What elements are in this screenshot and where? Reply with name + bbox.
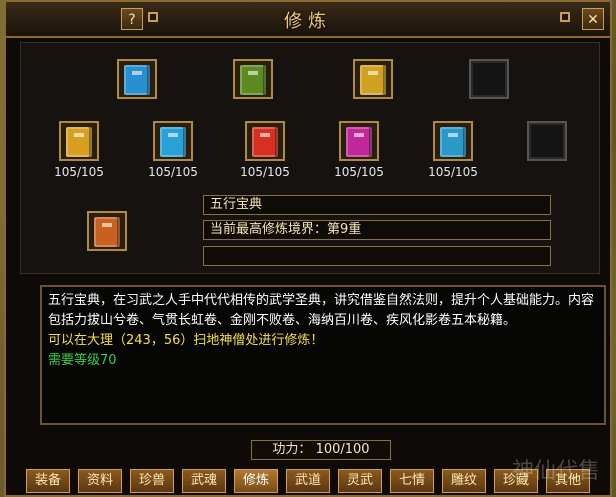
book-slot-4[interactable] xyxy=(339,121,379,161)
book-icon xyxy=(240,65,266,95)
selected-book-slot[interactable] xyxy=(87,211,127,251)
tab-profile[interactable]: 资料 xyxy=(78,469,122,493)
power-label: 功力： xyxy=(272,442,312,457)
book-icon xyxy=(124,65,150,95)
book-icon xyxy=(66,127,92,157)
tab-spirit-weapon[interactable]: 灵武 xyxy=(338,469,382,493)
book-icon xyxy=(94,217,120,247)
extra-field xyxy=(203,246,551,266)
tab-engraving[interactable]: 雕纹 xyxy=(442,469,486,493)
book-icon xyxy=(252,127,278,157)
book-slot-5[interactable] xyxy=(433,121,473,161)
book-slot-6[interactable] xyxy=(527,121,567,161)
title-ornament-right xyxy=(560,12,570,22)
title-bar: ? 修炼 ✕ xyxy=(6,2,610,38)
tab-pets[interactable]: 珍兽 xyxy=(130,469,174,493)
top-slot-3[interactable] xyxy=(353,59,393,99)
book-count-4: 105/105 xyxy=(334,165,384,179)
book-count-1: 105/105 xyxy=(54,165,104,179)
tab-emotions[interactable]: 七情 xyxy=(390,469,434,493)
power-display: 功力： 100/100 xyxy=(251,440,391,460)
book-icon xyxy=(360,65,386,95)
watermark-logo: 神仙代售 xyxy=(511,459,600,484)
book-count-3: 105/105 xyxy=(240,165,290,179)
top-slot-2[interactable] xyxy=(233,59,273,99)
description-box: 五行宝典，在习武之人手中代代相传的武学圣典，讲究借鉴自然法则，提升个人基础能力。… xyxy=(40,285,606,425)
book-icon xyxy=(346,127,372,157)
description-text: 五行宝典，在习武之人手中代代相传的武学圣典，讲究借鉴自然法则，提升个人基础能力。… xyxy=(48,293,595,328)
close-button[interactable]: ✕ xyxy=(582,8,604,30)
book-name-field: 五行宝典 xyxy=(203,195,551,215)
tab-martial-way[interactable]: 武道 xyxy=(286,469,330,493)
tab-cultivation[interactable]: 修炼 xyxy=(234,469,278,493)
power-value: 100/100 xyxy=(315,442,370,457)
tab-martial-soul[interactable]: 武魂 xyxy=(182,469,226,493)
location-hint: 可以在大理（243，56）扫地神僧处进行修炼！ xyxy=(48,333,324,348)
book-count-2: 105/105 xyxy=(148,165,198,179)
tab-equipment[interactable]: 装备 xyxy=(26,469,70,493)
realm-field: 当前最高修炼境界：第9重 xyxy=(203,220,551,240)
cultivation-window: ? 修炼 ✕ 105/105 105/105 105/105 105/105 1… xyxy=(4,0,612,497)
top-slot-4[interactable] xyxy=(469,59,509,99)
book-count-5: 105/105 xyxy=(428,165,478,179)
book-icon xyxy=(440,127,466,157)
window-title: 修炼 xyxy=(284,11,332,32)
level-requirement: 需要等级70 xyxy=(48,353,117,368)
book-slot-3[interactable] xyxy=(245,121,285,161)
book-slot-1[interactable] xyxy=(59,121,99,161)
top-slot-1[interactable] xyxy=(117,59,157,99)
book-slot-2[interactable] xyxy=(153,121,193,161)
book-icon xyxy=(160,127,186,157)
